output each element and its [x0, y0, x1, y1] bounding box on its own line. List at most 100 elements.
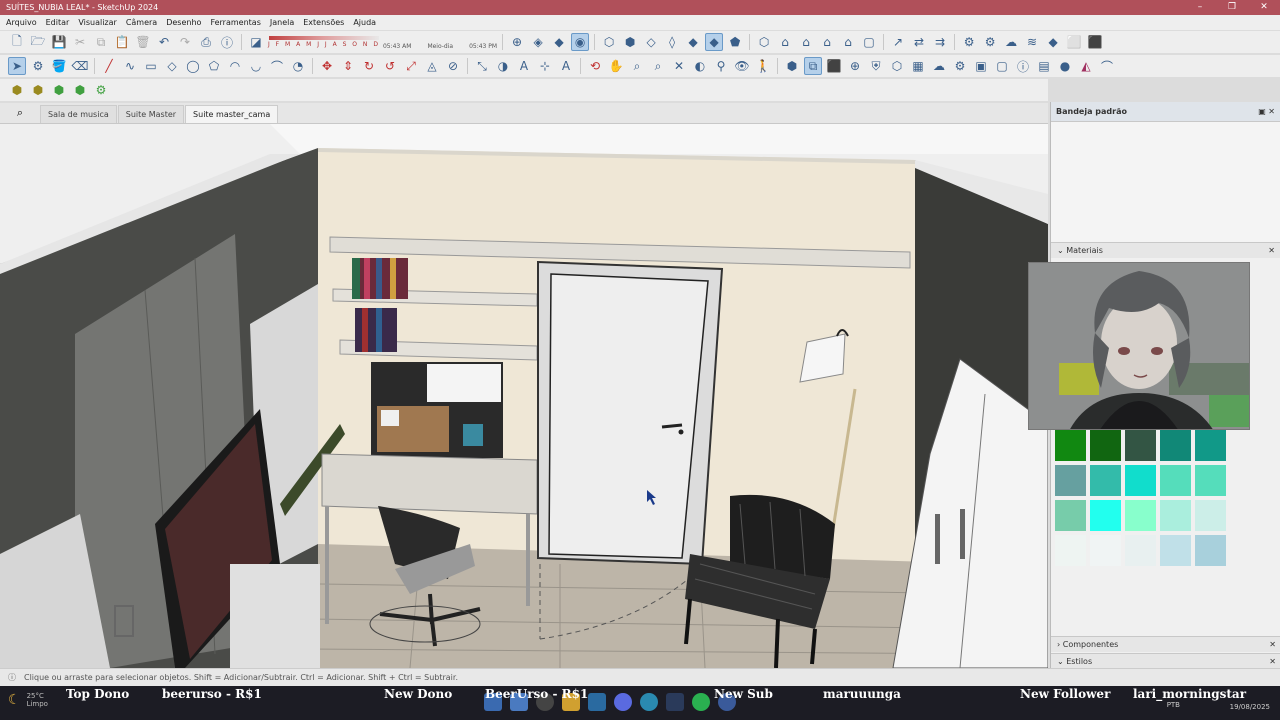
- plugin-box2-icon[interactable]: ⬢: [29, 81, 47, 99]
- tab-suite-master[interactable]: Suite Master: [117, 105, 185, 123]
- components-section[interactable]: › Componentes ✕: [1051, 636, 1280, 652]
- select-icon[interactable]: ➤: [8, 57, 26, 75]
- back-view-icon[interactable]: ⌂: [818, 33, 836, 51]
- component-icon[interactable]: ⚙: [29, 57, 47, 75]
- tab-suite-master-cama[interactable]: Suite master_cama: [185, 105, 279, 123]
- info-icon[interactable]: ⓘ: [8, 672, 16, 683]
- info-icon[interactable]: ⓘ: [1014, 57, 1032, 75]
- material-swatch[interactable]: [1160, 430, 1191, 461]
- rotated-rect-icon[interactable]: ◇: [163, 57, 181, 75]
- 3d-text-icon[interactable]: A: [557, 57, 575, 75]
- arc2-icon[interactable]: ◡: [247, 57, 265, 75]
- axes-icon[interactable]: ⊹: [536, 57, 554, 75]
- settings-icon[interactable]: ⚙: [951, 57, 969, 75]
- save-icon[interactable]: 💾: [50, 33, 68, 51]
- cut-icon[interactable]: ✂: [71, 33, 89, 51]
- shadows-icon[interactable]: ◪: [247, 33, 265, 51]
- time-slider[interactable]: 05:43 AM Meio-dia 05:43 PM: [383, 35, 497, 50]
- menu-arquivo[interactable]: Arquivo: [6, 18, 37, 27]
- iso-icon[interactable]: ⬡: [755, 33, 773, 51]
- walk-tool-icon[interactable]: 🚶: [754, 57, 772, 75]
- materials-section[interactable]: ⌄ Materiais ✕: [1051, 242, 1280, 258]
- zoom-extents-icon[interactable]: ✕: [670, 57, 688, 75]
- freehand-icon[interactable]: ∿: [121, 57, 139, 75]
- text-icon[interactable]: A: [515, 57, 533, 75]
- circle-icon[interactable]: ◯: [184, 57, 202, 75]
- hidden-line-icon[interactable]: ◊: [663, 33, 681, 51]
- menu-ajuda[interactable]: Ajuda: [353, 18, 376, 27]
- polygon-icon[interactable]: ⬠: [205, 57, 223, 75]
- push-pull-icon[interactable]: ⇕: [339, 57, 357, 75]
- material-swatch[interactable]: [1090, 535, 1121, 566]
- section-plane-icon[interactable]: ⇄: [910, 33, 928, 51]
- user-icon[interactable]: ●: [1056, 57, 1074, 75]
- material-swatch[interactable]: [1195, 430, 1226, 461]
- model-viewport[interactable]: [0, 124, 1048, 668]
- new-file-icon[interactable]: 🗋: [8, 33, 26, 51]
- month-slider[interactable]: J F M A M J J A S O N D: [268, 36, 380, 48]
- print-icon[interactable]: ⎙: [197, 33, 215, 51]
- cloud-icon[interactable]: ☁: [930, 57, 948, 75]
- styles-section[interactable]: ⌄ Estilos ✕: [1051, 653, 1280, 668]
- look-around-icon[interactable]: 👁: [733, 57, 751, 75]
- material-swatch[interactable]: [1090, 465, 1121, 496]
- menu-janela[interactable]: Janela: [270, 18, 294, 27]
- open-folder-icon[interactable]: 🗁: [29, 33, 47, 51]
- styles-close-icon[interactable]: ✕: [1269, 657, 1276, 666]
- left-view-icon[interactable]: ⌂: [839, 33, 857, 51]
- material-swatch[interactable]: [1160, 465, 1191, 496]
- scale-icon[interactable]: ⤢: [402, 57, 420, 75]
- rotate-icon[interactable]: ↻: [360, 57, 378, 75]
- section-cut-icon[interactable]: ⇉: [931, 33, 949, 51]
- material-swatch[interactable]: [1160, 535, 1191, 566]
- material-swatch[interactable]: [1125, 430, 1156, 461]
- shield-icon[interactable]: ⛨: [867, 57, 885, 75]
- add-icon[interactable]: ⊕: [846, 57, 864, 75]
- protractor-icon[interactable]: ◑: [494, 57, 512, 75]
- zoom-window-icon[interactable]: ⌕: [649, 57, 667, 75]
- material-swatch[interactable]: [1055, 535, 1086, 566]
- plugin-gear-icon[interactable]: ⚙: [92, 81, 110, 99]
- material-swatch[interactable]: [1125, 500, 1156, 531]
- components-close-icon[interactable]: ✕: [1269, 640, 1276, 649]
- materials-close-icon[interactable]: ✕: [1268, 246, 1275, 255]
- layers-icon[interactable]: ≋: [1023, 33, 1041, 51]
- bottom-view-icon[interactable]: ▢: [860, 33, 878, 51]
- previous-icon[interactable]: ◐: [691, 57, 709, 75]
- menu-visualizar[interactable]: Visualizar: [78, 18, 117, 27]
- menu-ferramentas[interactable]: Ferramentas: [210, 18, 260, 27]
- minimize-icon[interactable]: –: [1184, 0, 1216, 15]
- share-icon[interactable]: ☁: [1002, 33, 1020, 51]
- curve-icon[interactable]: ⌒: [1098, 57, 1116, 75]
- menu-camera[interactable]: Câmera: [126, 18, 157, 27]
- copy-icon[interactable]: ⧉: [92, 33, 110, 51]
- line-icon[interactable]: ╱: [100, 57, 118, 75]
- arc-icon[interactable]: ◠: [226, 57, 244, 75]
- window-icon[interactable]: ▣: [972, 57, 990, 75]
- wireframe-icon[interactable]: ◇: [642, 33, 660, 51]
- redo-icon[interactable]: ↷: [176, 33, 194, 51]
- erase-icon[interactable]: 🗑: [134, 33, 152, 51]
- render-icon[interactable]: ⬛: [1086, 33, 1104, 51]
- move-icon[interactable]: ✥: [318, 57, 336, 75]
- material-swatch[interactable]: [1195, 535, 1226, 566]
- close-icon[interactable]: ✕: [1248, 0, 1280, 15]
- paint-bucket-icon[interactable]: 🪣: [50, 57, 68, 75]
- tray-close-icon[interactable]: ▣ ✕: [1258, 107, 1275, 116]
- checker-icon[interactable]: ▦: [909, 57, 927, 75]
- material-swatch[interactable]: [1160, 500, 1191, 531]
- material-swatch[interactable]: [1090, 430, 1121, 461]
- back-edges-icon[interactable]: ⬢: [621, 33, 639, 51]
- box-icon[interactable]: ⬜: [1065, 33, 1083, 51]
- shaded-textures-icon[interactable]: ◆: [705, 33, 724, 51]
- rectangle-icon[interactable]: ▭: [142, 57, 160, 75]
- zoom-icon[interactable]: ⌕: [628, 57, 646, 75]
- dimension-icon[interactable]: ⤡: [473, 57, 491, 75]
- mirror-icon[interactable]: ◭: [1077, 57, 1095, 75]
- plugin-box-icon[interactable]: ⬢: [8, 81, 26, 99]
- menu-extensoes[interactable]: Extensões: [303, 18, 344, 27]
- pan-icon[interactable]: ✋: [607, 57, 625, 75]
- layout-icon[interactable]: ⬛: [825, 57, 843, 75]
- front-view-icon[interactable]: ⌂: [776, 33, 794, 51]
- top-view-icon[interactable]: ◆: [550, 33, 568, 51]
